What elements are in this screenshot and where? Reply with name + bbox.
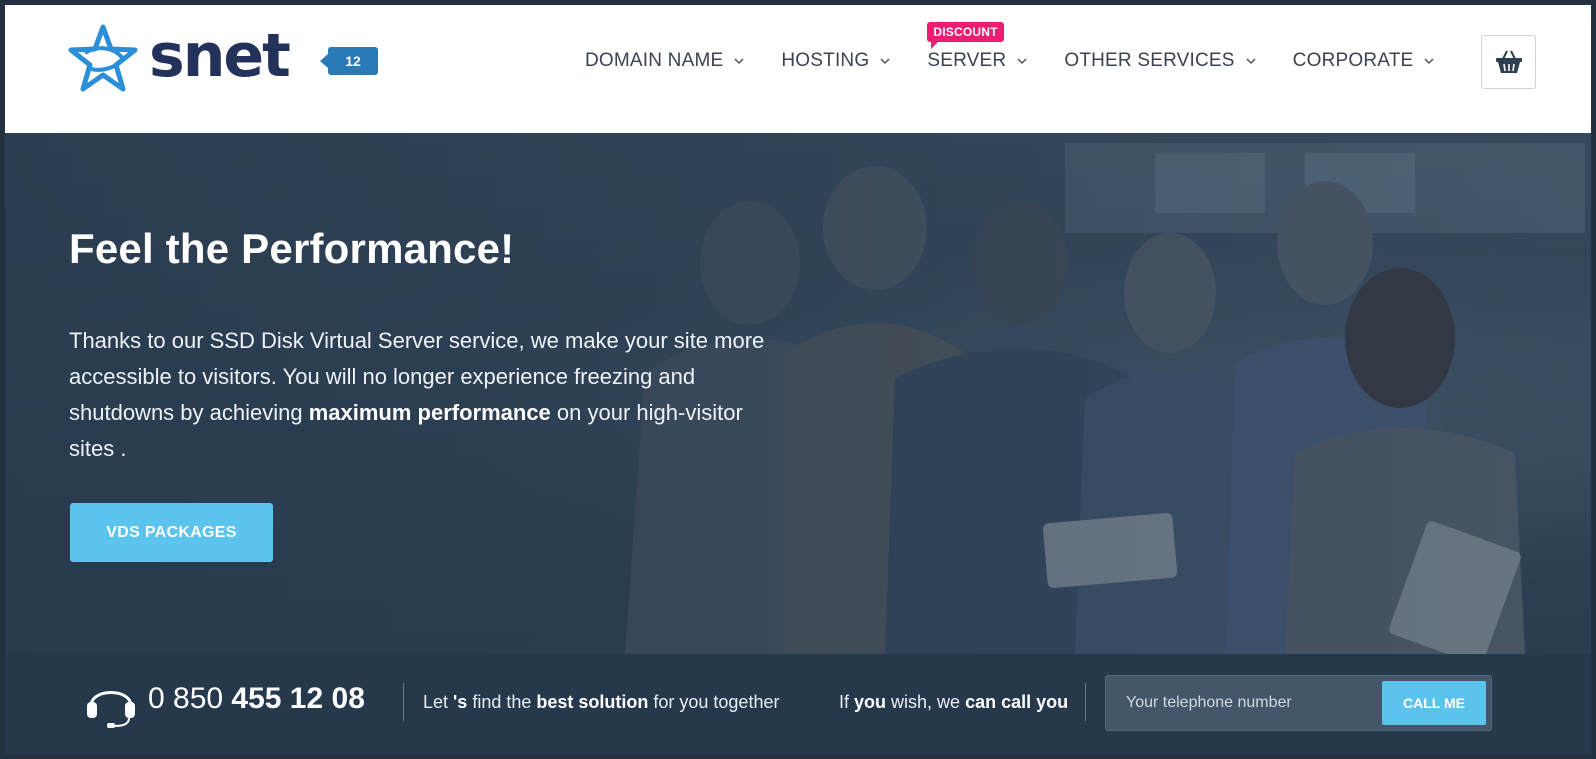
headset-icon bbox=[87, 691, 135, 728]
slogan-bold: 's bbox=[453, 692, 468, 712]
logo[interactable]: snet bbox=[67, 19, 307, 99]
nav-item-corporate[interactable]: CORPORATE bbox=[1293, 50, 1436, 72]
callback-part: If bbox=[839, 692, 855, 712]
slogan-text: Let 's find the best solution for you to… bbox=[423, 692, 779, 713]
callback-form: CALL ME bbox=[1105, 675, 1492, 731]
basket-icon bbox=[1495, 50, 1522, 73]
chevron-down-icon bbox=[1246, 58, 1256, 65]
divider bbox=[1085, 683, 1086, 721]
chevron-down-icon bbox=[1017, 58, 1027, 65]
divider bbox=[403, 683, 404, 721]
cart-button[interactable] bbox=[1481, 35, 1536, 89]
nav-item-domain-name[interactable]: DOMAIN NAME bbox=[585, 50, 745, 72]
hero-title: Feel the Performance! bbox=[69, 225, 515, 272]
nav-label: HOSTING bbox=[781, 50, 870, 71]
vds-packages-button[interactable]: VDS PACKAGES bbox=[70, 503, 273, 562]
phone-prefix: 0 850 bbox=[148, 682, 232, 715]
slogan-part: Let bbox=[423, 692, 454, 712]
main-nav: DOMAIN NAME HOSTING DISCOUNT SERVER OTHE… bbox=[585, 22, 1471, 77]
discount-tag: DISCOUNT bbox=[927, 22, 1004, 49]
chevron-down-icon bbox=[880, 58, 890, 65]
star-logo-icon bbox=[68, 24, 138, 92]
nav-label: OTHER SERVICES bbox=[1064, 50, 1235, 71]
callback-bold: you bbox=[854, 692, 887, 712]
callback-text: If you wish, we can call you bbox=[839, 692, 1068, 713]
slogan-part: for you together bbox=[648, 692, 780, 712]
chevron-down-icon bbox=[1424, 58, 1434, 65]
chevron-down-icon bbox=[734, 58, 744, 65]
phone-main: 455 12 08 bbox=[231, 682, 365, 715]
nav-item-server[interactable]: DISCOUNT SERVER bbox=[927, 22, 1028, 72]
contact-bar: 0 850 455 12 08 Let 's find the best sol… bbox=[5, 654, 1591, 754]
nav-item-other-services[interactable]: OTHER SERVICES bbox=[1064, 50, 1256, 72]
slogan-part: find the bbox=[467, 692, 537, 712]
call-me-button[interactable]: CALL ME bbox=[1382, 681, 1486, 725]
hero-section: Feel the Performance! Thanks to our SSD … bbox=[5, 133, 1591, 654]
site-header: snet 12 DOMAIN NAME HOSTING DISCOUNT SER… bbox=[5, 5, 1591, 133]
nav-label: CORPORATE bbox=[1292, 50, 1414, 71]
callback-part: wish, we bbox=[886, 692, 966, 712]
hero-text-bold: maximum performance bbox=[308, 400, 551, 425]
telephone-input[interactable] bbox=[1106, 676, 1376, 730]
callback-bold: can call you bbox=[965, 692, 1069, 712]
slogan-bold: best solution bbox=[536, 692, 649, 712]
logo-text: snet bbox=[149, 21, 291, 91]
hero-description: Thanks to our SSD Disk Virtual Server se… bbox=[69, 323, 789, 467]
nav-label: DOMAIN NAME bbox=[585, 50, 724, 71]
nav-item-hosting[interactable]: HOSTING bbox=[781, 50, 891, 72]
count-badge: 12 bbox=[320, 47, 378, 75]
page-frame: snet 12 DOMAIN NAME HOSTING DISCOUNT SER… bbox=[0, 0, 1596, 759]
phone-number[interactable]: 0 850 455 12 08 bbox=[148, 682, 365, 716]
nav-label: SERVER bbox=[927, 50, 1007, 71]
